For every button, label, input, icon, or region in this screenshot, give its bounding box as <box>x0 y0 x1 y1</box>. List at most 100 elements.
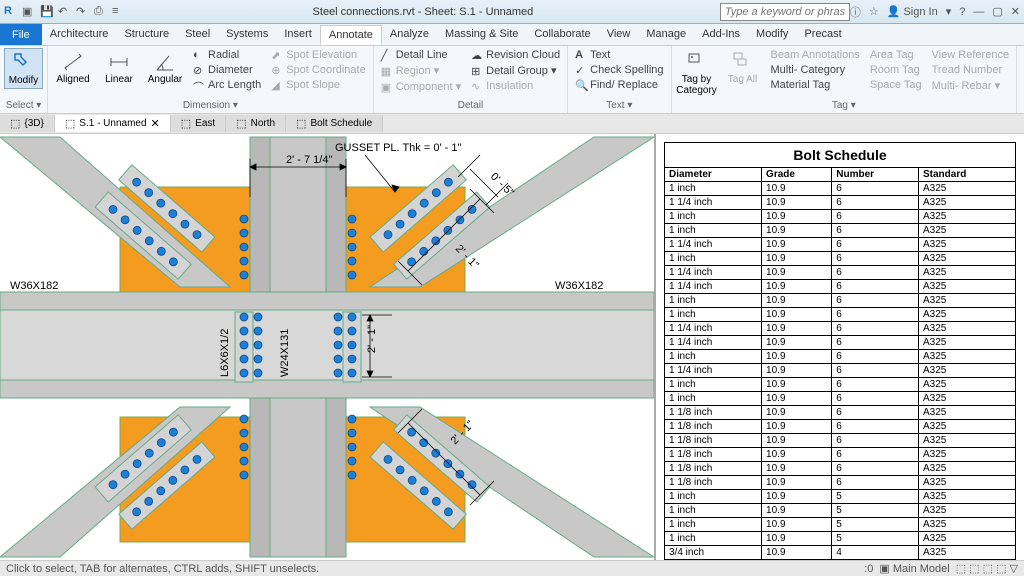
view-tab[interactable]: ⬚ Bolt Schedule <box>286 115 383 132</box>
table-row[interactable]: 1 1/8 inch10.96A325 <box>665 406 1016 420</box>
table-row[interactable]: 1 inch10.96A325 <box>665 182 1016 196</box>
diameter-button[interactable]: ⊘Diameter <box>190 63 264 77</box>
table-row[interactable]: 1 1/8 inch10.96A325 <box>665 462 1016 476</box>
beam-annot-button[interactable]: Beam Annotations <box>768 48 863 62</box>
close-icon[interactable]: ✕ <box>151 117 160 130</box>
table-row[interactable]: 1 1/4 inch10.96A325 <box>665 336 1016 350</box>
view-tab[interactable]: ⬚ S.1 - Unnamed ✕ <box>55 115 171 132</box>
text-button[interactable]: AText <box>572 48 666 62</box>
table-row[interactable]: 3/4 inch10.94A325 <box>665 546 1016 560</box>
table-row[interactable]: 1 1/4 inch10.96A325 <box>665 322 1016 336</box>
drawing-area[interactable]: 2' - 7 1/4" GUSSET PL. Thk = 0' - 1" 0' … <box>0 134 654 560</box>
table-row[interactable]: 1 1/4 inch10.96A325 <box>665 280 1016 294</box>
redo-icon[interactable]: ↷ <box>76 5 90 19</box>
menu-tab-manage[interactable]: Manage <box>638 25 694 45</box>
maximize-button[interactable]: ▢ <box>992 5 1002 18</box>
find-replace-button[interactable]: 🔍Find/ Replace <box>572 78 666 92</box>
insulation-button[interactable]: ∿Insulation <box>468 79 563 93</box>
view-tab[interactable]: ⬚ North <box>226 115 286 132</box>
menu-tab-modify[interactable]: Modify <box>748 25 796 45</box>
menu-tab-collaborate[interactable]: Collaborate <box>526 25 598 45</box>
table-row[interactable]: 1 inch10.96A325 <box>665 378 1016 392</box>
modify-button[interactable]: Modify <box>4 48 43 89</box>
table-row[interactable]: 1 1/4 inch10.96A325 <box>665 238 1016 252</box>
close-button[interactable]: ✕ <box>1011 5 1020 18</box>
detail-line-button[interactable]: ╱Detail Line <box>378 48 464 62</box>
tag-group-label[interactable]: Tag ▾ <box>676 98 1013 111</box>
region-button[interactable]: ▦Region ▾ <box>378 63 464 78</box>
menu-tab-architecture[interactable]: Architecture <box>42 25 117 45</box>
table-row[interactable]: 1 inch10.96A325 <box>665 210 1016 224</box>
open-icon[interactable]: ▣ <box>22 5 36 19</box>
table-row[interactable]: 1 inch10.96A325 <box>665 294 1016 308</box>
menu-tab-steel[interactable]: Steel <box>177 25 218 45</box>
table-row[interactable]: 1 inch10.95A325 <box>665 532 1016 546</box>
area-tag-button[interactable]: Area Tag <box>867 48 925 62</box>
multi-cat-button[interactable]: Multi- Category <box>768 63 863 77</box>
select-group-label[interactable]: Select ▾ <box>4 98 43 111</box>
revision-cloud-button[interactable]: ☁Revision Cloud <box>468 48 563 62</box>
minimize-button[interactable]: — <box>973 6 984 18</box>
table-row[interactable]: 1 inch10.96A325 <box>665 308 1016 322</box>
material-tag-button[interactable]: Material Tag <box>768 78 863 92</box>
table-row[interactable]: 1 1/8 inch10.96A325 <box>665 420 1016 434</box>
room-tag-button[interactable]: Room Tag <box>867 63 925 77</box>
menu-tab-insert[interactable]: Insert <box>276 25 320 45</box>
status-icons[interactable]: ⬚ ⬚ ⬚ ⬚ ▽ <box>956 562 1018 575</box>
view-tab[interactable]: ⬚ {3D} <box>0 115 55 132</box>
model-selector[interactable]: ▣ Main Model <box>879 562 949 575</box>
measure-icon[interactable]: ≡ <box>112 5 126 19</box>
table-row[interactable]: 1 inch10.96A325 <box>665 224 1016 238</box>
radial-button[interactable]: ◐Radial <box>190 48 264 62</box>
print-icon[interactable]: ⎙ <box>94 5 108 19</box>
table-row[interactable]: 1 1/8 inch10.96A325 <box>665 448 1016 462</box>
table-row[interactable]: 1 inch10.96A325 <box>665 392 1016 406</box>
star-icon[interactable]: ☆ <box>869 5 879 18</box>
dimension-group-label[interactable]: Dimension ▾ <box>52 98 369 111</box>
spot-coord-button[interactable]: ⊕Spot Coordinate <box>268 63 369 77</box>
search-input[interactable] <box>720 3 850 21</box>
tag-by-category-button[interactable]: Tag by Category <box>676 48 718 98</box>
table-row[interactable]: 1 1/8 inch10.96A325 <box>665 476 1016 490</box>
table-row[interactable]: 1 inch10.95A325 <box>665 518 1016 532</box>
save-icon[interactable]: 💾 <box>40 5 54 19</box>
component-button[interactable]: ▣Component ▾ <box>378 79 464 94</box>
table-row[interactable]: 1 inch10.95A325 <box>665 490 1016 504</box>
menu-tab-massingsite[interactable]: Massing & Site <box>437 25 526 45</box>
table-row[interactable]: 3/4 inch10.94A325 <box>665 560 1016 561</box>
space-tag-button[interactable]: Space Tag <box>867 78 925 92</box>
menu-tab-view[interactable]: View <box>599 25 639 45</box>
table-row[interactable]: 1 1/8 inch10.96A325 <box>665 434 1016 448</box>
multi-rebar-button[interactable]: Multi- Rebar ▾ <box>929 78 1012 93</box>
menu-tab-analyze[interactable]: Analyze <box>382 25 437 45</box>
menu-tab-structure[interactable]: Structure <box>116 25 177 45</box>
info-icon[interactable]: ⓘ <box>850 4 861 20</box>
table-row[interactable]: 1 1/4 inch10.96A325 <box>665 266 1016 280</box>
angular-dim-button[interactable]: Angular <box>144 48 186 87</box>
check-spelling-button[interactable]: ✓Check Spelling <box>572 63 666 77</box>
spot-slope-button[interactable]: ◢Spot Slope <box>268 78 369 92</box>
table-row[interactable]: 1 inch10.96A325 <box>665 350 1016 364</box>
tag-all-button[interactable]: Tag All <box>722 48 764 87</box>
arc-length-button[interactable]: ⌒Arc Length <box>190 78 264 92</box>
menu-tab-annotate[interactable]: Annotate <box>320 25 382 45</box>
undo-icon[interactable]: ↶ <box>58 5 72 19</box>
menu-tab-precast[interactable]: Precast <box>796 25 849 45</box>
view-tab[interactable]: ⬚ East <box>171 115 226 132</box>
view-ref-button[interactable]: View Reference <box>929 48 1012 62</box>
file-tab[interactable]: File <box>0 24 42 45</box>
menu-tab-addins[interactable]: Add-Ins <box>694 25 748 45</box>
help-icon[interactable]: ? <box>959 6 965 18</box>
table-row[interactable]: 1 inch10.95A325 <box>665 504 1016 518</box>
linear-dim-button[interactable]: Linear <box>98 48 140 87</box>
menu-tab-systems[interactable]: Systems <box>218 25 276 45</box>
text-group-label[interactable]: Text ▾ <box>572 98 666 111</box>
table-row[interactable]: 1 1/4 inch10.96A325 <box>665 364 1016 378</box>
detail-group-button[interactable]: ⊞Detail Group ▾ <box>468 63 563 78</box>
tread-num-button[interactable]: Tread Number <box>929 63 1012 77</box>
app-menu-icon[interactable]: ▾ <box>946 5 952 18</box>
signin-button[interactable]: 👤 Sign In <box>887 5 938 18</box>
spot-elev-button[interactable]: ⬈Spot Elevation <box>268 48 369 62</box>
table-row[interactable]: 1 1/4 inch10.96A325 <box>665 196 1016 210</box>
aligned-dim-button[interactable]: Aligned <box>52 48 94 87</box>
